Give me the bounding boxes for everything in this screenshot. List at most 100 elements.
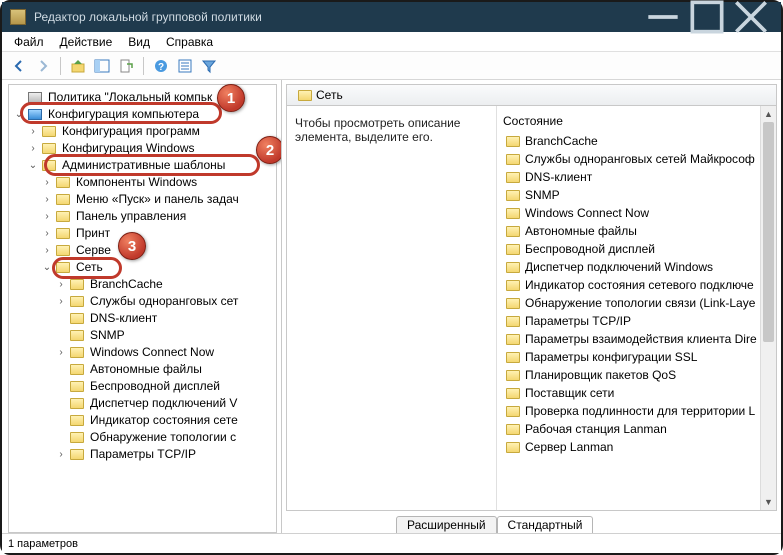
folder-label: Планировщик пакетов QoS <box>525 366 676 384</box>
folder-icon <box>55 210 71 224</box>
folder-icon <box>505 422 521 436</box>
expand-icon[interactable]: › <box>41 208 53 225</box>
expand-icon[interactable]: › <box>41 174 53 191</box>
folder-item[interactable]: Сервер Lanman <box>503 438 776 456</box>
expand-icon[interactable]: › <box>27 123 39 140</box>
vertical-scrollbar[interactable]: ▲ ▼ <box>760 106 776 510</box>
folder-item[interactable]: Службы одноранговых сетей Майкрософ <box>503 150 776 168</box>
folder-label: Параметры конфигурации SSL <box>525 348 697 366</box>
tab-extended[interactable]: Расширенный <box>396 516 497 533</box>
expand-icon[interactable]: ⌄ <box>13 106 25 123</box>
expand-icon[interactable]: › <box>41 225 53 242</box>
tree-admin-4[interactable]: ›Серве <box>13 242 276 259</box>
folder-item[interactable]: Проверка подлинности для территории L <box>503 402 776 420</box>
folder-item[interactable]: Параметры конфигурации SSL <box>503 348 776 366</box>
tree-admin-2[interactable]: ›Панель управления <box>13 208 276 225</box>
help-button[interactable]: ? <box>150 55 172 77</box>
folder-item[interactable]: Параметры TCP/IP <box>503 312 776 330</box>
expand-icon[interactable]: › <box>41 242 53 259</box>
tree-admin-3[interactable]: ›Принт <box>13 225 276 242</box>
folder-item[interactable]: Поставщик сети <box>503 384 776 402</box>
tree-admin-5[interactable]: ⌄Сеть <box>13 259 276 276</box>
maximize-button[interactable] <box>685 2 729 32</box>
scroll-thumb[interactable] <box>763 122 774 342</box>
tree-label: Административные шаблоны <box>60 157 227 174</box>
tree-net-8[interactable]: Индикатор состояния сете <box>13 412 276 429</box>
tree-net-4[interactable]: ›Windows Connect Now <box>13 344 276 361</box>
tree-net-9[interactable]: Обнаружение топологии с <box>13 429 276 446</box>
expand-icon[interactable]: › <box>41 191 53 208</box>
tree-root[interactable]: Политика "Локальный компьк <box>13 89 276 106</box>
menu-help[interactable]: Справка <box>158 33 221 51</box>
expand-icon[interactable]: › <box>55 446 67 463</box>
folder-icon <box>505 404 521 418</box>
folder-item[interactable]: Обнаружение топологии связи (Link-Laye <box>503 294 776 312</box>
panel-header: Сеть <box>286 84 777 106</box>
up-button[interactable] <box>67 55 89 77</box>
menu-action[interactable]: Действие <box>52 33 121 51</box>
tree-item-2[interactable]: ⌄ Административные шаблоны <box>13 157 276 174</box>
folder-item[interactable]: Индикатор состояния сетевого подключе <box>503 276 776 294</box>
folder-label: Диспетчер подключений Windows <box>525 258 713 276</box>
back-button[interactable] <box>8 55 30 77</box>
export-button[interactable] <box>115 55 137 77</box>
folder-item[interactable]: Беспроводной дисплей <box>503 240 776 258</box>
expand-icon[interactable]: › <box>55 276 67 293</box>
menu-file[interactable]: Файл <box>6 33 52 51</box>
minimize-button[interactable] <box>641 2 685 32</box>
scroll-up-icon[interactable]: ▲ <box>761 106 776 122</box>
folder-icon <box>41 125 57 139</box>
folder-icon <box>69 414 85 428</box>
folder-icon <box>505 260 521 274</box>
expand-icon[interactable]: ⌄ <box>41 259 53 276</box>
properties-button[interactable] <box>174 55 196 77</box>
expand-icon[interactable]: › <box>27 140 39 157</box>
tree-net-5[interactable]: Автономные файлы <box>13 361 276 378</box>
column-header[interactable]: Состояние <box>503 112 776 132</box>
tree-computer-config[interactable]: ⌄Конфигурация компьютера <box>13 106 276 123</box>
tab-standard[interactable]: Стандартный <box>497 516 594 533</box>
folder-item[interactable]: SNMP <box>503 186 776 204</box>
tree-net-0[interactable]: › BranchCache <box>13 276 276 293</box>
tree-net-6[interactable]: Беспроводной дисплей <box>13 378 276 395</box>
expand-icon[interactable]: ⌄ <box>27 157 39 174</box>
folder-item[interactable]: Windows Connect Now <box>503 204 776 222</box>
tree-net-3[interactable]: SNMP <box>13 327 276 344</box>
tree-label: BranchCache <box>88 276 165 293</box>
tree-label: Диспетчер подключений V <box>88 395 239 412</box>
folder-item[interactable]: Диспетчер подключений Windows <box>503 258 776 276</box>
tree-net-2[interactable]: DNS-клиент <box>13 310 276 327</box>
folder-item[interactable]: BranchCache <box>503 132 776 150</box>
tree-label: Параметры TCP/IP <box>88 446 198 463</box>
folder-icon <box>505 314 521 328</box>
tree-admin-1[interactable]: ›Меню «Пуск» и панель задач <box>13 191 276 208</box>
status-text: 1 параметров <box>8 538 78 550</box>
scroll-down-icon[interactable]: ▼ <box>761 494 776 510</box>
folder-item[interactable]: Параметры взаимодействия клиента Dire <box>503 330 776 348</box>
tree-admin-0[interactable]: ›Компоненты Windows <box>13 174 276 191</box>
folder-item[interactable]: DNS-клиент <box>503 168 776 186</box>
tree-item-0[interactable]: ›Конфигурация программ <box>13 123 276 140</box>
folder-icon <box>505 350 521 364</box>
expand-icon[interactable]: › <box>55 293 67 310</box>
forward-button[interactable] <box>32 55 54 77</box>
filter-button[interactable] <box>198 55 220 77</box>
folder-icon <box>55 261 71 275</box>
folder-item[interactable]: Автономные файлы <box>503 222 776 240</box>
folder-label: DNS-клиент <box>525 168 592 186</box>
folder-label: Windows Connect Now <box>525 204 649 222</box>
folder-icon <box>69 346 85 360</box>
folder-icon <box>69 329 85 343</box>
folder-item[interactable]: Планировщик пакетов QoS <box>503 366 776 384</box>
close-button[interactable] <box>729 2 773 32</box>
folder-item[interactable]: Рабочая станция Lanman <box>503 420 776 438</box>
tree-label: DNS-клиент <box>88 310 159 327</box>
tree-net-1[interactable]: ›Службы одноранговых сет <box>13 293 276 310</box>
show-tree-button[interactable] <box>91 55 113 77</box>
tree-net-7[interactable]: Диспетчер подключений V <box>13 395 276 412</box>
expand-icon[interactable]: › <box>55 344 67 361</box>
tree-net-10[interactable]: › Параметры TCP/IP <box>13 446 276 463</box>
menu-view[interactable]: Вид <box>120 33 158 51</box>
tree-item-1[interactable]: ›Конфигурация Windows <box>13 140 276 157</box>
folder-label: BranchCache <box>525 132 598 150</box>
